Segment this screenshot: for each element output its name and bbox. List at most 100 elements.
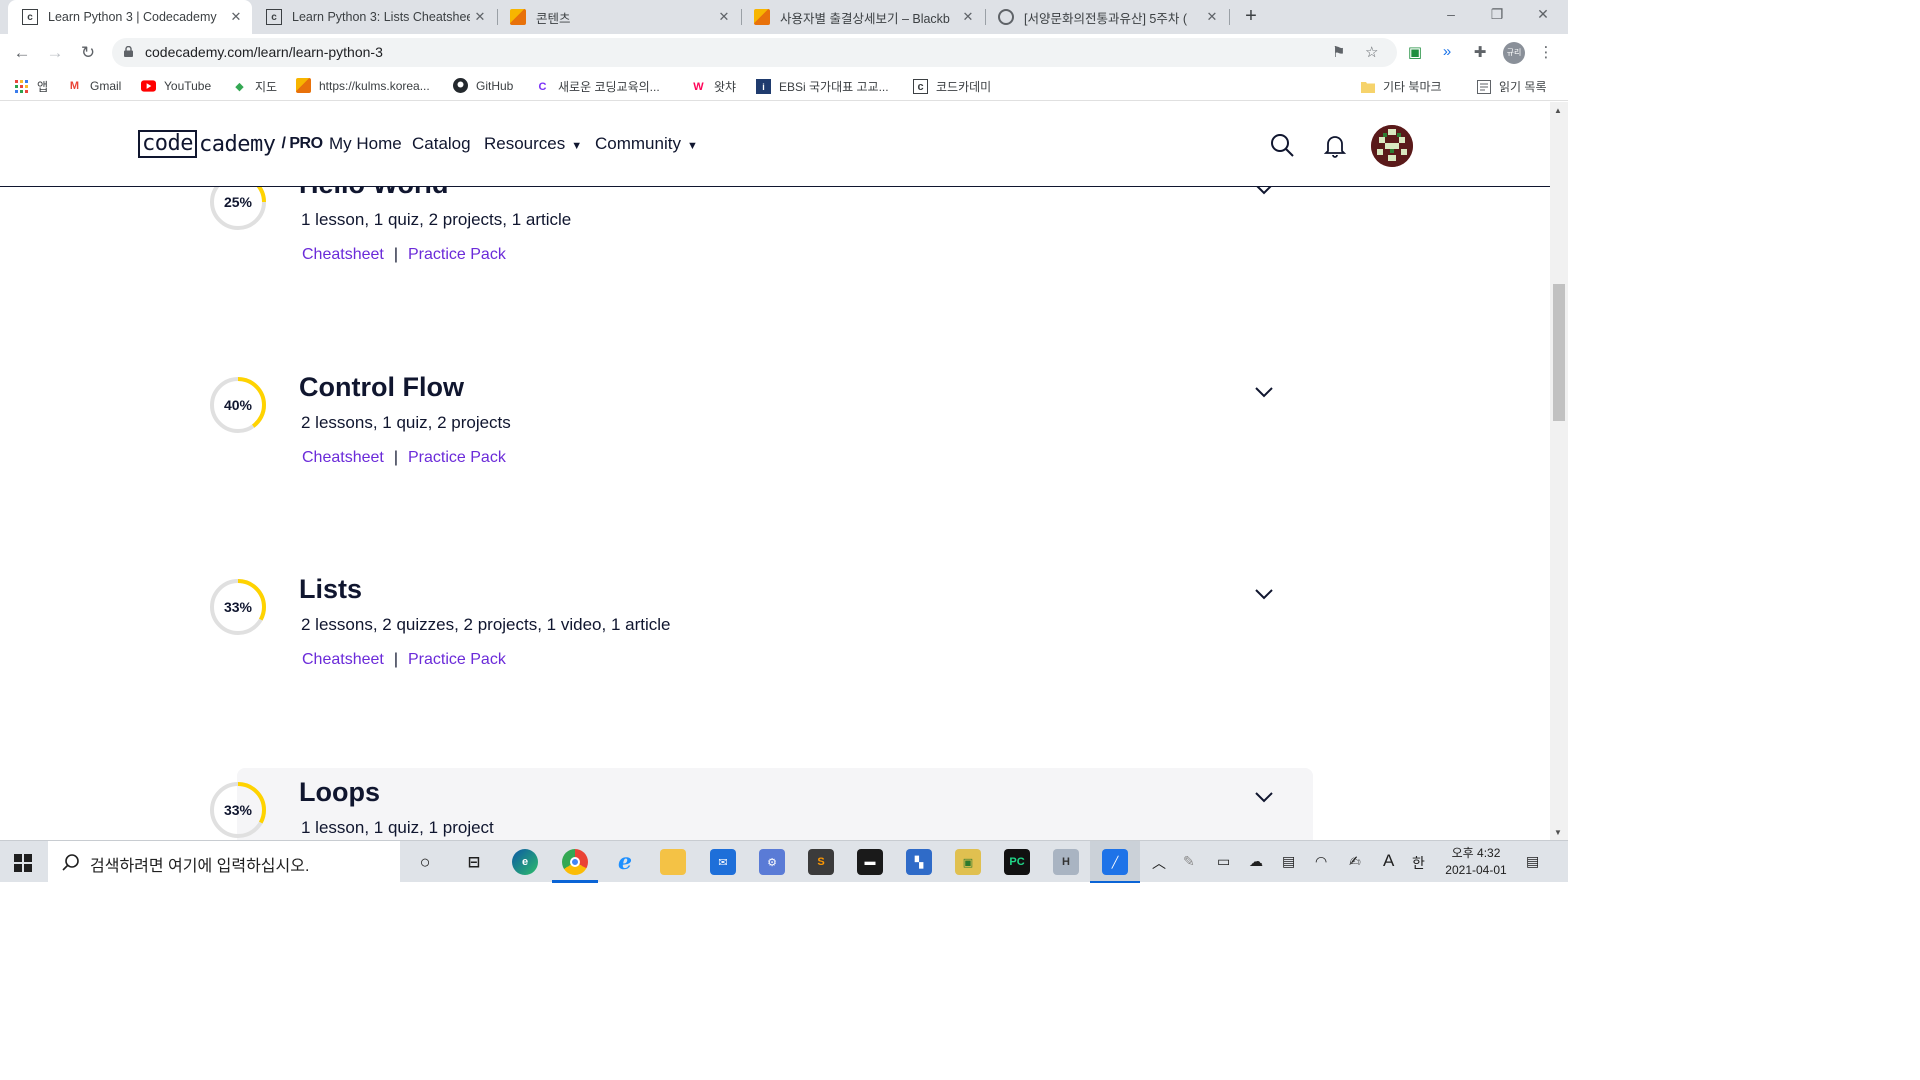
clock[interactable]: 오후 4:32 2021-04-01 <box>1440 845 1512 879</box>
pen-workspace-icon[interactable]: ✎ <box>1183 853 1195 870</box>
bookmark-ebsi[interactable]: i EBSi 국가대표 고교... <box>756 78 889 95</box>
onedrive-cloud-icon[interactable]: ☁ <box>1249 853 1263 870</box>
bookmark-kulms[interactable]: https://kulms.korea... <box>296 78 430 93</box>
tab-attendance[interactable]: 사용자별 출결상세보기 – Blackb ✕ <box>740 0 984 34</box>
page-scrollbar[interactable]: ▲ ▼ <box>1550 102 1568 840</box>
double-chevron-extension-icon[interactable]: » <box>1437 43 1457 60</box>
practice-pack-link[interactable]: Practice Pack <box>408 246 506 263</box>
bookmark-apps[interactable]: 앱 <box>14 78 48 95</box>
paint-icon[interactable]: ▚ <box>906 849 932 875</box>
language-indicator[interactable]: 한 <box>1412 853 1425 873</box>
settings-gear-icon[interactable]: ⚙ <box>759 849 785 875</box>
show-hidden-icons-icon[interactable]: ︿ <box>1152 853 1166 873</box>
windows-start-icon[interactable] <box>14 854 32 872</box>
bookmark-watcha[interactable]: W 왓챠 <box>691 78 736 95</box>
bookmark-youtube[interactable]: YouTube <box>141 78 211 93</box>
scroll-up-arrow-icon[interactable]: ▲ <box>1554 106 1562 115</box>
close-tab-icon[interactable]: ✕ <box>714 9 734 25</box>
bookmark-maps[interactable]: ◆ 지도 <box>232 78 277 95</box>
internet-explorer-icon[interactable]: ℯ <box>612 849 638 875</box>
module-links: Cheatsheet | Practice Pack <box>302 449 506 467</box>
back-arrow-icon[interactable]: ← <box>11 42 33 64</box>
cheatsheet-link[interactable]: Cheatsheet <box>302 651 384 668</box>
progress-ring: 33% <box>209 781 267 839</box>
tab-western-culture[interactable]: [서양문화의전통과유산] 5주차 ( ✕ <box>984 0 1228 34</box>
codecademy-favicon-icon: c <box>913 79 928 94</box>
nav-resources[interactable]: Resources ▼ <box>484 134 582 154</box>
cortana-circle-icon[interactable]: ○ <box>412 849 438 875</box>
forward-arrow-icon[interactable]: → <box>44 42 66 64</box>
bookmark-codecademy[interactable]: c 코드카데미 <box>913 78 991 95</box>
wifi-icon[interactable]: ◠ <box>1315 853 1327 870</box>
nav-community[interactable]: Community ▼ <box>595 134 698 154</box>
green-extension-icon[interactable]: ▣ <box>1405 43 1425 61</box>
bookmark-coding-edu[interactable]: C 새로운 코딩교육의... <box>535 78 660 95</box>
sublime-text-icon[interactable]: S <box>808 849 834 875</box>
bookmark-github[interactable]: GitHub <box>453 78 513 93</box>
ime-mode-indicator[interactable]: A <box>1383 851 1394 871</box>
close-tab-icon[interactable]: ✕ <box>226 9 246 25</box>
terminal-icon[interactable]: ▬ <box>857 849 883 875</box>
browser-menu-icon[interactable]: ⋮ <box>1536 43 1556 61</box>
tab-title: Learn Python 3: Lists Cheatshee <box>292 10 470 24</box>
battery-icon[interactable]: ▤ <box>1282 853 1295 870</box>
cheatsheet-link[interactable]: Cheatsheet <box>302 449 384 466</box>
minimize-window-icon[interactable]: – <box>1440 6 1462 22</box>
practice-pack-link[interactable]: Practice Pack <box>408 651 506 668</box>
taskbar-search-box[interactable]: 검색하려면 여기에 입력하십시오. <box>48 841 400 883</box>
search-icon[interactable] <box>1269 132 1295 158</box>
module-links: Cheatsheet | Practice Pack <box>302 246 506 264</box>
cheatsheet-link[interactable]: Cheatsheet <box>302 246 384 263</box>
reading-list[interactable]: 읽기 목록 <box>1476 78 1547 95</box>
profile-avatar[interactable]: 규리 <box>1503 42 1525 64</box>
image-viewer-icon[interactable]: ▣ <box>955 849 981 875</box>
dropdown-caret-icon: ▼ <box>686 140 698 152</box>
close-tab-icon[interactable]: ✕ <box>958 9 978 25</box>
reload-icon[interactable]: ↻ <box>77 42 99 64</box>
bookmark-other-folder[interactable]: 기타 북마크 <box>1360 78 1442 95</box>
nav-my-home[interactable]: My Home <box>329 134 402 154</box>
bookmark-gmail[interactable]: M Gmail <box>67 78 121 93</box>
address-bar[interactable]: codecademy.com/learn/learn-python-3 ⚑ ☆ <box>112 38 1397 67</box>
module-title[interactable]: Lists <box>299 574 362 605</box>
file-explorer-icon[interactable] <box>660 849 686 875</box>
close-tab-icon[interactable]: ✕ <box>470 9 490 25</box>
practice-pack-link[interactable]: Practice Pack <box>408 449 506 466</box>
codecademy-logo[interactable]: code cademy / PRO <box>138 130 323 158</box>
expand-chevron-icon[interactable] <box>1254 386 1274 398</box>
module-title[interactable]: Control Flow <box>299 372 464 403</box>
close-window-icon[interactable]: ✕ <box>1532 6 1554 23</box>
tab-lists-cheatsheet[interactable]: c Learn Python 3: Lists Cheatshee ✕ <box>252 0 496 34</box>
user-avatar[interactable] <box>1371 125 1413 167</box>
notification-center-icon[interactable]: ▤ <box>1526 853 1539 870</box>
tab-contents[interactable]: 콘텐츠 ✕ <box>496 0 740 34</box>
edge-browser-icon[interactable]: e <box>512 849 538 875</box>
chrome-browser-icon[interactable] <box>562 849 588 875</box>
blackboard-favicon-icon <box>296 78 311 93</box>
expand-chevron-icon[interactable] <box>1254 791 1274 803</box>
scroll-down-arrow-icon[interactable]: ▼ <box>1554 828 1562 837</box>
pen-input-icon[interactable]: ✍ <box>1349 853 1361 870</box>
mail-icon[interactable]: ✉ <box>710 849 736 875</box>
task-view-icon[interactable]: ⊟ <box>461 849 487 875</box>
notepad-pen-icon[interactable]: ╱ <box>1102 849 1128 875</box>
pycharm-icon[interactable]: PC <box>1004 849 1030 875</box>
restore-window-icon[interactable]: ❐ <box>1486 6 1508 23</box>
new-tab-plus-icon[interactable]: + <box>1240 5 1262 27</box>
windows-taskbar: 검색하려면 여기에 입력하십시오. ○ ⊟ e ℯ ✉ ⚙ S ▬ ▚ ▣ PC… <box>0 840 1568 883</box>
close-tab-icon[interactable]: ✕ <box>1202 9 1222 25</box>
tab-title: Learn Python 3 | Codecademy <box>48 10 217 24</box>
scrollbar-thumb[interactable] <box>1553 284 1565 421</box>
browser-toolbar: ← → ↻ codecademy.com/learn/learn-python-… <box>0 34 1568 71</box>
bookmark-star-icon[interactable]: ☆ <box>1365 43 1378 61</box>
expand-chevron-icon[interactable] <box>1254 588 1274 600</box>
module-title[interactable]: Loops <box>299 777 380 808</box>
tab-learn-python-3[interactable]: c Learn Python 3 | Codecademy ✕ <box>8 0 252 34</box>
extensions-puzzle-icon[interactable]: ✚ <box>1470 43 1490 61</box>
meet-now-icon[interactable]: ▭ <box>1217 853 1230 870</box>
hwp-icon[interactable]: H <box>1053 849 1079 875</box>
notifications-bell-icon[interactable] <box>1322 132 1348 158</box>
module-summary: 2 lessons, 1 quiz, 2 projects <box>301 412 511 432</box>
translate-icon[interactable]: ⚑ <box>1332 43 1345 61</box>
nav-catalog[interactable]: Catalog <box>412 134 471 154</box>
